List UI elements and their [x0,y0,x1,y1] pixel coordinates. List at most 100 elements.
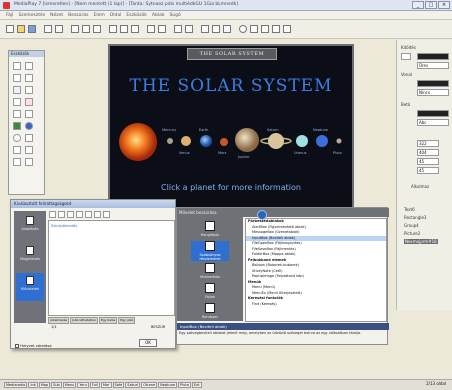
page-tab[interactable]: Sakuri [125,382,141,388]
page-tab[interactable]: Pluto [178,382,191,388]
fill-color-swatch[interactable] [401,53,411,60]
text-color-dropdown[interactable] [417,110,449,117]
ellipse-tool-icon[interactable] [13,134,21,142]
node-tool-icon[interactable] [25,62,33,70]
dlg-save-icon[interactable] [67,211,74,218]
chart-tool-icon[interactable] [25,146,33,154]
page-tab[interactable]: Ext [191,382,202,388]
side-item-actions[interactable]: Műveletek [16,273,44,301]
dlg-find-icon[interactable] [103,211,110,218]
next-page-icon[interactable] [272,25,280,33]
menu-edit[interactable]: Szerkesztés [18,13,45,18]
text-style-dropdown[interactable]: Abc [417,119,449,126]
category-audio[interactable]: Hangfájlok [191,221,229,237]
page-tab[interactable]: Mediaradio [4,382,28,388]
rectangle-tool-icon[interactable] [13,98,21,106]
layer-item[interactable]: Picture2 [404,231,420,236]
page-tab[interactable]: Ink [28,382,38,388]
cut-icon[interactable] [71,25,79,33]
apply-button[interactable]: Alkalmaz [411,184,429,189]
menu-tools[interactable]: Eszközök [126,13,146,18]
menu-help[interactable]: Súgó [169,13,180,18]
menu-file[interactable]: Fájl [6,13,13,18]
earth-planet[interactable] [200,135,212,147]
grid-icon[interactable] [174,25,182,33]
globe-tool-icon[interactable] [25,122,33,130]
page-tab[interactable]: Otume [141,382,158,388]
dlg-cut-icon[interactable] [76,211,83,218]
dlg-paste-icon[interactable] [94,211,101,218]
menu-element[interactable]: Elem [93,13,104,18]
open-folder-icon[interactable] [17,25,25,33]
page-tab[interactable]: Yeru [77,382,89,388]
page-tab[interactable]: Menu [62,382,77,388]
undo-icon[interactable] [44,25,52,33]
category-standard[interactable]: Szabványos részlelemek [191,241,229,261]
page-tab[interactable]: Neptune [158,382,178,388]
x-position-field[interactable]: 322 [417,140,439,147]
venus-planet[interactable] [181,136,191,146]
line-color-dropdown[interactable] [417,80,449,87]
play-button[interactable] [257,210,267,220]
table-tool-icon[interactable] [13,146,21,154]
page-tab[interactable]: Full [89,382,100,388]
ok-button[interactable]: OK [139,339,157,347]
page-tab[interactable]: Mar [100,382,112,388]
page-tab[interactable]: Map [38,382,51,388]
audio-tool-icon[interactable] [25,110,33,118]
width-field[interactable]: 45 [417,158,439,165]
menu-window[interactable]: Ablak [152,13,165,18]
page-tab[interactable]: Sub [51,382,62,388]
preview-icon[interactable] [239,25,247,33]
script-tab[interactable]: Egy jobb [118,317,136,324]
copy-icon[interactable] [82,25,90,33]
side-item-appearance[interactable]: Megjelenés [16,243,44,271]
ungroup-icon[interactable] [131,25,139,33]
snap-icon[interactable] [185,25,193,33]
minimize-button[interactable]: _ [412,1,424,9]
page-tab[interactable]: Safe [112,382,125,388]
script-tab[interactable]: Alkalmazás [48,317,69,324]
category-files[interactable]: Fájlok [191,283,229,299]
button-tool-icon[interactable] [25,74,33,82]
flash-tool-icon[interactable] [13,122,21,130]
category-multimedia[interactable]: Multimédia [191,263,229,279]
y-position-field[interactable]: 404 [417,149,439,156]
layer-item-selected[interactable]: Nexmojprm#18 [404,239,438,244]
uranus-planet[interactable] [296,135,308,147]
script-tab[interactable]: Egy balás [98,317,118,324]
slide-canvas[interactable]: THE SOLAR SYSTEM THE SOLAR SYSTEM Mercur… [108,44,354,214]
save-icon[interactable] [28,25,36,33]
page-new-icon[interactable] [201,25,209,33]
select-tool-icon[interactable] [13,62,21,70]
last-page-icon[interactable] [283,25,291,33]
video-tool-icon[interactable] [13,110,21,118]
height-field[interactable]: 45 [417,167,439,174]
lock-position-checkbox[interactable]: Helyzet zárolása [15,343,52,348]
jupiter-planet[interactable] [235,128,259,152]
menu-insert[interactable]: Beszúrás [68,13,88,18]
mercury-planet[interactable] [167,138,173,144]
pluto-planet[interactable] [336,138,342,144]
layer-item[interactable]: Rectangle3 [404,215,426,220]
group-icon[interactable] [120,25,128,33]
redo-icon[interactable] [55,25,63,33]
action-item[interactable]: Find (Keresés) [246,302,386,308]
page-delete-icon[interactable] [212,25,220,33]
close-button[interactable]: × [438,1,450,9]
script-tab[interactable]: Jobb láthatatlan [69,317,98,324]
paste-icon[interactable] [93,25,101,33]
polygon-tool-icon[interactable] [25,134,33,142]
saturn-planet[interactable] [268,133,284,149]
page-settings-icon[interactable] [223,25,231,33]
zoom-tool-icon[interactable] [25,158,33,166]
maximize-button[interactable]: □ [425,1,437,9]
image-tool-icon[interactable] [13,86,21,94]
category-system[interactable]: Rendszer [191,303,229,319]
hand-tool-icon[interactable] [13,158,21,166]
mars-planet[interactable] [220,138,228,146]
text-tool-icon[interactable] [13,74,21,82]
layer-item[interactable]: Group4 [404,223,419,228]
send-back-icon[interactable] [158,25,166,33]
side-item-basic[interactable]: Alaplépés [16,213,44,241]
